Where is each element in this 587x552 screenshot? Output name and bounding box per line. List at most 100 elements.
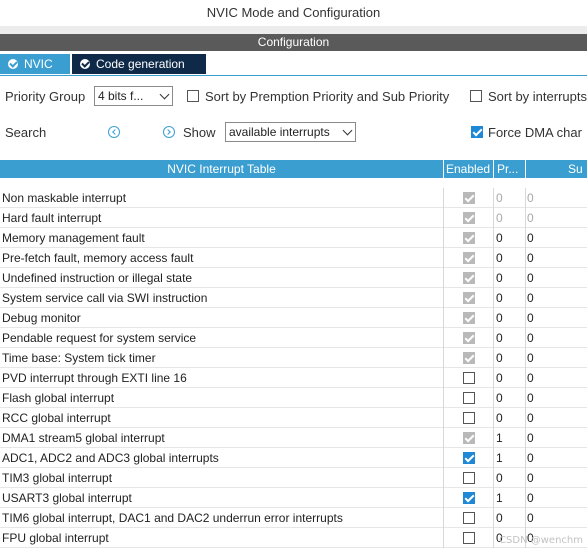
- enabled-checkbox[interactable]: [463, 512, 475, 524]
- force-dma-label: Force DMA char: [488, 125, 582, 140]
- table-row[interactable]: USART3 global interrupt 1 0: [0, 488, 587, 508]
- sub-priority-value[interactable]: 0: [527, 208, 534, 228]
- enabled-checkbox[interactable]: [463, 452, 475, 464]
- search-previous-icon[interactable]: [108, 126, 120, 138]
- column-header-sub-priority[interactable]: Su: [568, 160, 587, 178]
- sort-premption-checkbox[interactable]: [187, 90, 199, 102]
- preemption-priority-value[interactable]: 0: [496, 208, 503, 228]
- table-row[interactable]: RCC global interrupt 0 0: [0, 408, 587, 428]
- column-divider: [525, 228, 526, 248]
- preemption-priority-value[interactable]: 0: [496, 328, 503, 348]
- sub-priority-value[interactable]: 0: [527, 428, 534, 448]
- enabled-checkbox[interactable]: [463, 472, 475, 484]
- priority-group-label: Priority Group: [5, 89, 86, 104]
- enabled-checkbox[interactable]: [463, 492, 475, 504]
- column-header-enabled[interactable]: Enabled: [446, 160, 493, 178]
- interrupt-name: Memory management fault: [2, 231, 145, 245]
- column-divider: [525, 328, 526, 348]
- preemption-priority-value[interactable]: 0: [496, 508, 503, 528]
- column-divider: [493, 188, 494, 208]
- column-divider: [493, 428, 494, 448]
- interrupt-name: DMA1 stream5 global interrupt: [2, 431, 165, 445]
- sub-priority-value[interactable]: 0: [527, 468, 534, 488]
- interrupt-name: Debug monitor: [2, 311, 81, 325]
- sub-priority-value[interactable]: 0: [527, 288, 534, 308]
- enabled-checkbox[interactable]: [463, 392, 475, 404]
- column-divider: [443, 308, 444, 328]
- interrupt-name: Time base: System tick timer: [2, 351, 156, 365]
- sub-priority-value[interactable]: 0: [527, 348, 534, 368]
- table-row[interactable]: PVD interrupt through EXTI line 16 0 0: [0, 368, 587, 388]
- show-filter-select[interactable]: available interrupts: [225, 122, 356, 142]
- column-divider: [443, 348, 444, 368]
- table-row[interactable]: Non maskable interrupt 0 0: [0, 188, 587, 208]
- force-dma-checkbox[interactable]: [471, 126, 483, 138]
- column-divider: [443, 468, 444, 488]
- preemption-priority-value[interactable]: 0: [496, 308, 503, 328]
- preemption-priority-value[interactable]: 0: [496, 408, 503, 428]
- sub-priority-value[interactable]: 0: [527, 248, 534, 268]
- column-divider: [525, 388, 526, 408]
- window-title: NVIC Mode and Configuration: [0, 0, 587, 26]
- column-header-name[interactable]: NVIC Interrupt Table: [0, 160, 443, 178]
- sub-priority-value[interactable]: 0: [527, 308, 534, 328]
- preemption-priority-value[interactable]: 0: [496, 268, 503, 288]
- table-row[interactable]: Debug monitor 0 0: [0, 308, 587, 328]
- tab-nvic-label: NVIC: [24, 57, 53, 71]
- preemption-priority-value[interactable]: 0: [496, 288, 503, 308]
- enabled-checkbox[interactable]: [463, 412, 475, 424]
- preemption-priority-value[interactable]: 1: [496, 428, 503, 448]
- column-divider: [493, 488, 494, 508]
- column-divider: [443, 188, 444, 208]
- table-row[interactable]: Undefined instruction or illegal state 0 0: [0, 268, 587, 288]
- enabled-checkbox[interactable]: [463, 532, 475, 544]
- sort-interrupts-checkbox[interactable]: [470, 90, 482, 102]
- table-row[interactable]: ADC1, ADC2 and ADC3 global interrupts 1 0: [0, 448, 587, 468]
- column-divider: [443, 368, 444, 388]
- preemption-priority-value[interactable]: 0: [496, 188, 503, 208]
- preemption-priority-value[interactable]: 1: [496, 488, 503, 508]
- column-divider: [493, 208, 494, 228]
- sub-priority-value[interactable]: 0: [527, 188, 534, 208]
- check-circle-icon: [8, 59, 18, 69]
- sub-priority-value[interactable]: 0: [527, 268, 534, 288]
- table-row[interactable]: Flash global interrupt 0 0: [0, 388, 587, 408]
- preemption-priority-value[interactable]: 0: [496, 248, 503, 268]
- column-header-preemption-priority[interactable]: Pr...: [497, 160, 525, 178]
- column-divider: [443, 328, 444, 348]
- sub-priority-value[interactable]: 0: [527, 368, 534, 388]
- sub-priority-value[interactable]: 0: [527, 388, 534, 408]
- sub-priority-value[interactable]: 0: [527, 508, 534, 528]
- sub-priority-value[interactable]: 0: [527, 408, 534, 428]
- table-row[interactable]: TIM3 global interrupt 0 0: [0, 468, 587, 488]
- priority-group-select[interactable]: 4 bits f...: [94, 86, 173, 106]
- interrupt-name: RCC global interrupt: [2, 411, 111, 425]
- table-row[interactable]: Time base: System tick timer 0 0: [0, 348, 587, 368]
- preemption-priority-value[interactable]: 0: [496, 388, 503, 408]
- column-divider: [493, 308, 494, 328]
- column-divider: [525, 408, 526, 428]
- table-row[interactable]: Memory management fault 0 0: [0, 228, 587, 248]
- table-row[interactable]: Hard fault interrupt 0 0: [0, 208, 587, 228]
- sub-priority-value[interactable]: 0: [527, 448, 534, 468]
- enabled-checkbox[interactable]: [463, 372, 475, 384]
- table-row[interactable]: Pendable request for system service 0 0: [0, 328, 587, 348]
- table-row[interactable]: System service call via SWI instruction 0…: [0, 288, 587, 308]
- enabled-checkbox: [463, 212, 475, 224]
- column-divider: [525, 508, 526, 528]
- preemption-priority-value[interactable]: 0: [496, 348, 503, 368]
- table-row[interactable]: Pre-fetch fault, memory access fault 0 0: [0, 248, 587, 268]
- column-divider: [443, 228, 444, 248]
- table-row[interactable]: TIM6 global interrupt, DAC1 and DAC2 und…: [0, 508, 587, 528]
- search-next-icon[interactable]: [163, 126, 175, 138]
- tab-code-generation[interactable]: Code generation: [72, 54, 206, 74]
- table-row[interactable]: DMA1 stream5 global interrupt 1 0: [0, 428, 587, 448]
- sub-priority-value[interactable]: 0: [527, 488, 534, 508]
- sub-priority-value[interactable]: 0: [527, 228, 534, 248]
- preemption-priority-value[interactable]: 1: [496, 448, 503, 468]
- preemption-priority-value[interactable]: 0: [496, 228, 503, 248]
- sub-priority-value[interactable]: 0: [527, 328, 534, 348]
- preemption-priority-value[interactable]: 0: [496, 368, 503, 388]
- tab-nvic[interactable]: NVIC: [0, 54, 70, 74]
- preemption-priority-value[interactable]: 0: [496, 468, 503, 488]
